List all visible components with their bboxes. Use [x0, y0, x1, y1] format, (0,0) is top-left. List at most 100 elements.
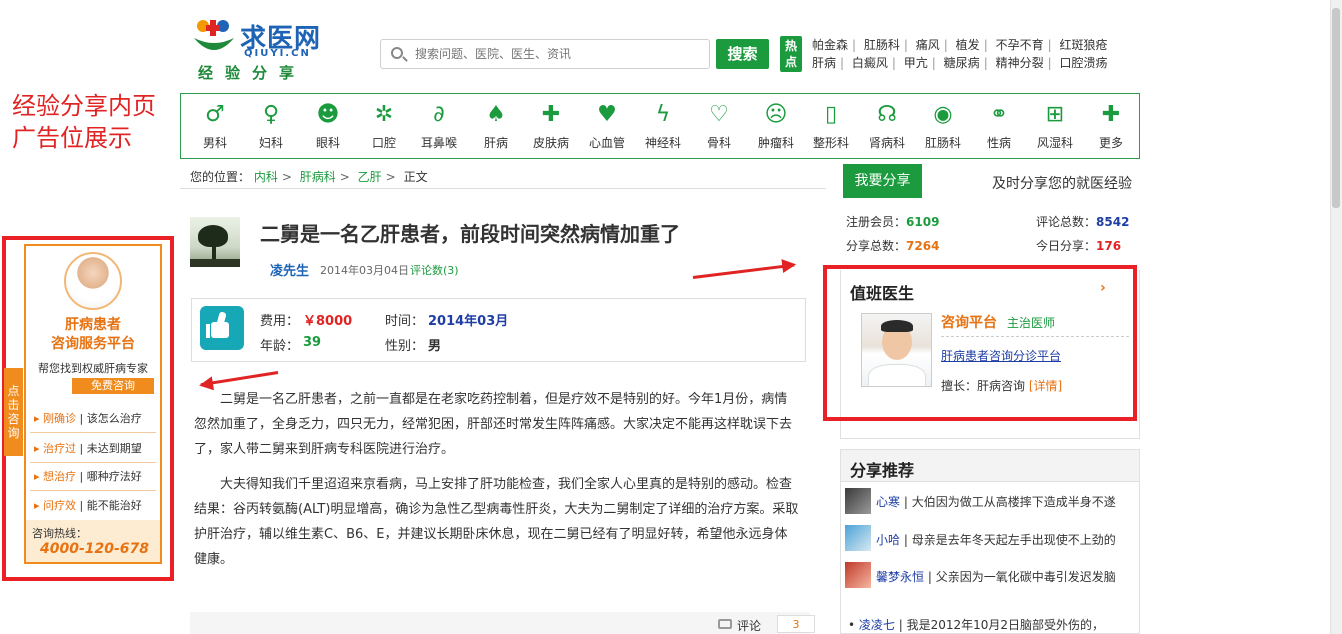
nav-label: 肝病	[483, 136, 508, 150]
hot-link[interactable]: 不孕不育	[996, 38, 1044, 52]
article-paragraph: 二舅是一名乙肝患者，之前一直都是在老家吃药控制着，但是疗效不是特别的好。今年1月…	[194, 392, 793, 457]
nav-item[interactable]: ▯ 整形科	[805, 102, 857, 151]
ad-title: 肝病患者 咨询服务平台	[26, 316, 160, 354]
ad-question-value: | 哪种疗法好	[76, 470, 142, 483]
hot-link[interactable]: 糖尿病	[944, 56, 980, 70]
nav-item[interactable]: ♥ 心血管	[581, 102, 633, 151]
hot-row-2: 肝病 | 白癜风 | 甲亢 | 糖尿病 | 精神分裂 | 口腔溃疡	[812, 56, 1108, 70]
nav-item[interactable]: ♡ 骨科	[693, 102, 745, 151]
duty-doctor-photo[interactable]	[861, 313, 932, 387]
page: 求医网 QIUYI.CN 经验分享 搜索 热点 帕金森| 肛肠科| 痛风| 植发…	[0, 0, 1342, 634]
logo-en: QIUYI.CN	[244, 48, 311, 59]
hot-link[interactable]: 植发	[956, 38, 980, 52]
department-nav: ♂ 男科 ♀ 妇科 ☻ 眼科 ✲ 口腔 ∂ 耳鼻喉 ♠ 肝病 ✚ 皮肤病 ♥ 心血管 ϟ 神经科 …	[180, 93, 1140, 159]
hot-link[interactable]: 痛风	[916, 38, 940, 52]
nav-item[interactable]: ♠ 肝病	[470, 102, 522, 151]
nav-item[interactable]: ◉ 肛肠科	[917, 102, 969, 151]
nav-item[interactable]: ♂ 男科	[189, 102, 241, 151]
comment-label[interactable]: 评论	[737, 617, 761, 634]
hot-link[interactable]: 白癜风	[852, 56, 888, 70]
female-icon: ♀	[262, 102, 280, 127]
couple-icon: ⚭	[989, 102, 1009, 127]
gender-label: 性别：	[385, 339, 425, 354]
ad-question[interactable]: ▸ 问疗效 | 能不能治好	[34, 497, 142, 513]
ad-question[interactable]: ▸ 刚确诊 | 该怎么治疗	[34, 410, 142, 426]
gender-value: 男	[428, 339, 442, 354]
hot-link[interactable]: 口腔溃疡	[1059, 56, 1107, 70]
duty-doctor-name[interactable]: 咨询平台	[941, 312, 997, 332]
nav-item[interactable]: ✚ 皮肤病	[525, 102, 577, 151]
article-paragraph: 大夫得知我们千里迢迢来京看病，马上安排了肝功能检查，我们全家人心里真的是特别的感…	[194, 477, 799, 567]
ear-icon: ∂	[433, 102, 445, 127]
ad-question[interactable]: ▸ 想治疗 | 哪种疗法好	[34, 468, 142, 484]
nav-item[interactable]: ☊ 肾病科	[861, 102, 913, 151]
hot-link[interactable]: 甲亢	[904, 56, 928, 70]
eye-icon: ◉	[933, 102, 953, 127]
breadcrumb-link[interactable]: 肝病科	[300, 170, 336, 184]
rec-avatar[interactable]	[845, 525, 871, 551]
search-button[interactable]: 搜索	[716, 39, 769, 69]
site-logo[interactable]: 求医网 QIUYI.CN 经验分享	[192, 16, 332, 82]
stats-box: 注册会员：6109 评论总数：8542 分享总数：7264 今日分享：176	[840, 203, 1140, 263]
search-icon	[391, 47, 403, 59]
breadcrumb-link[interactable]: 乙肝	[358, 170, 382, 184]
article-title: 二舅是一名乙肝患者，前段时间突然病情加重了	[260, 222, 680, 246]
rec-avatar[interactable]	[845, 562, 871, 588]
divider	[180, 188, 826, 189]
nav-label: 风湿科	[1036, 136, 1073, 150]
nav-item[interactable]: ☻ 眼科	[302, 102, 354, 151]
time-label: 时间：	[385, 314, 425, 329]
hotline-phone[interactable]: 4000-120-678	[40, 541, 149, 557]
rec-item[interactable]: 心寒 | 大伯因为做工从高楼摔下造成半身不遂	[876, 493, 1116, 510]
hot-tag: 热点	[780, 36, 802, 72]
nav-label: 神经科	[644, 136, 681, 150]
scrollbar-thumb[interactable]	[1332, 8, 1340, 208]
ad-subtitle: 帮您找到权威肝病专家	[38, 362, 148, 375]
chevron-right-icon[interactable]: ›	[1100, 280, 1106, 296]
nav-item[interactable]: ✚ 更多	[1085, 102, 1137, 151]
detail-link[interactable]: [详情]	[1029, 379, 1062, 393]
breadcrumb-link[interactable]: 内科	[254, 170, 278, 184]
nav-item[interactable]: ✲ 口腔	[358, 102, 410, 151]
click-consult-tab[interactable]: 点击咨询	[4, 368, 23, 456]
thumbs-up-icon	[200, 306, 244, 350]
search-box	[380, 39, 710, 69]
author-name[interactable]: 凌先生	[270, 260, 309, 279]
ad-question[interactable]: ▸ 治疗过 | 未达到期望	[34, 440, 142, 456]
ad-title-line: 肝病患者	[65, 317, 121, 333]
search-input[interactable]	[415, 45, 700, 63]
comment-count-link[interactable]: 评论数(3)	[410, 262, 459, 278]
ad-question-key: 问疗效	[43, 499, 77, 512]
nav-label: 肛肠科	[924, 136, 961, 150]
nav-label: 男科	[202, 136, 227, 150]
free-consult-button[interactable]: 免费咨询	[72, 378, 154, 394]
nav-item[interactable]: ϟ 神经科	[637, 102, 689, 151]
hot-link[interactable]: 肛肠科	[864, 38, 900, 52]
comment-count-badge: 3	[777, 615, 815, 633]
rec-avatar[interactable]	[845, 488, 871, 514]
breadcrumb: 您的位置： 内科 > 肝病科 > 乙肝 > 正文	[190, 170, 428, 184]
hot-link[interactable]: 精神分裂	[996, 56, 1044, 70]
nav-item[interactable]: ☹ 肿瘤科	[750, 102, 802, 151]
age-label: 年龄：	[260, 339, 300, 354]
hot-link[interactable]: 帕金森	[812, 38, 848, 52]
nav-item[interactable]: ♀ 妇科	[245, 102, 297, 151]
stat-shares: 分享总数：7264	[846, 239, 940, 253]
nav-item[interactable]: ⚭ 性病	[973, 102, 1025, 151]
rec-item[interactable]: • 凌凌七 | 我是2012年10月2日脑部受外伤的，	[848, 616, 1104, 633]
hot-links: 帕金森 | 肛肠科 | 痛风 | 植发 | 不孕不育 | 红斑狼疮 肝病 | 白癜风 | 甲亢…	[812, 36, 1132, 72]
hot-link[interactable]: 红斑狼疮	[1059, 38, 1107, 52]
post-date: 2014年03月04日	[320, 264, 409, 277]
breadcrumb-current: 正文	[403, 170, 428, 184]
ad-question-key: 治疗过	[43, 442, 77, 455]
author-avatar[interactable]	[190, 217, 240, 267]
nav-item[interactable]: ⊞ 风湿科	[1029, 102, 1081, 151]
nav-item[interactable]: ∂ 耳鼻喉	[413, 102, 465, 151]
hot-link[interactable]: 肝病	[812, 56, 836, 70]
share-button[interactable]: 我要分享	[843, 164, 922, 198]
ad-question-value: | 能不能治好	[76, 499, 142, 512]
duty-platform-link[interactable]: 肝病患者咨询分诊平台	[941, 347, 1061, 364]
rec-item[interactable]: 小哈 | 母亲是去年冬天起左手出现使不上劲的	[876, 531, 1116, 548]
rec-item[interactable]: 馨梦永恒 | 父亲因为一氧化碳中毒引发迟发脑	[876, 568, 1116, 585]
stat-comments: 评论总数：8542	[1036, 215, 1130, 229]
